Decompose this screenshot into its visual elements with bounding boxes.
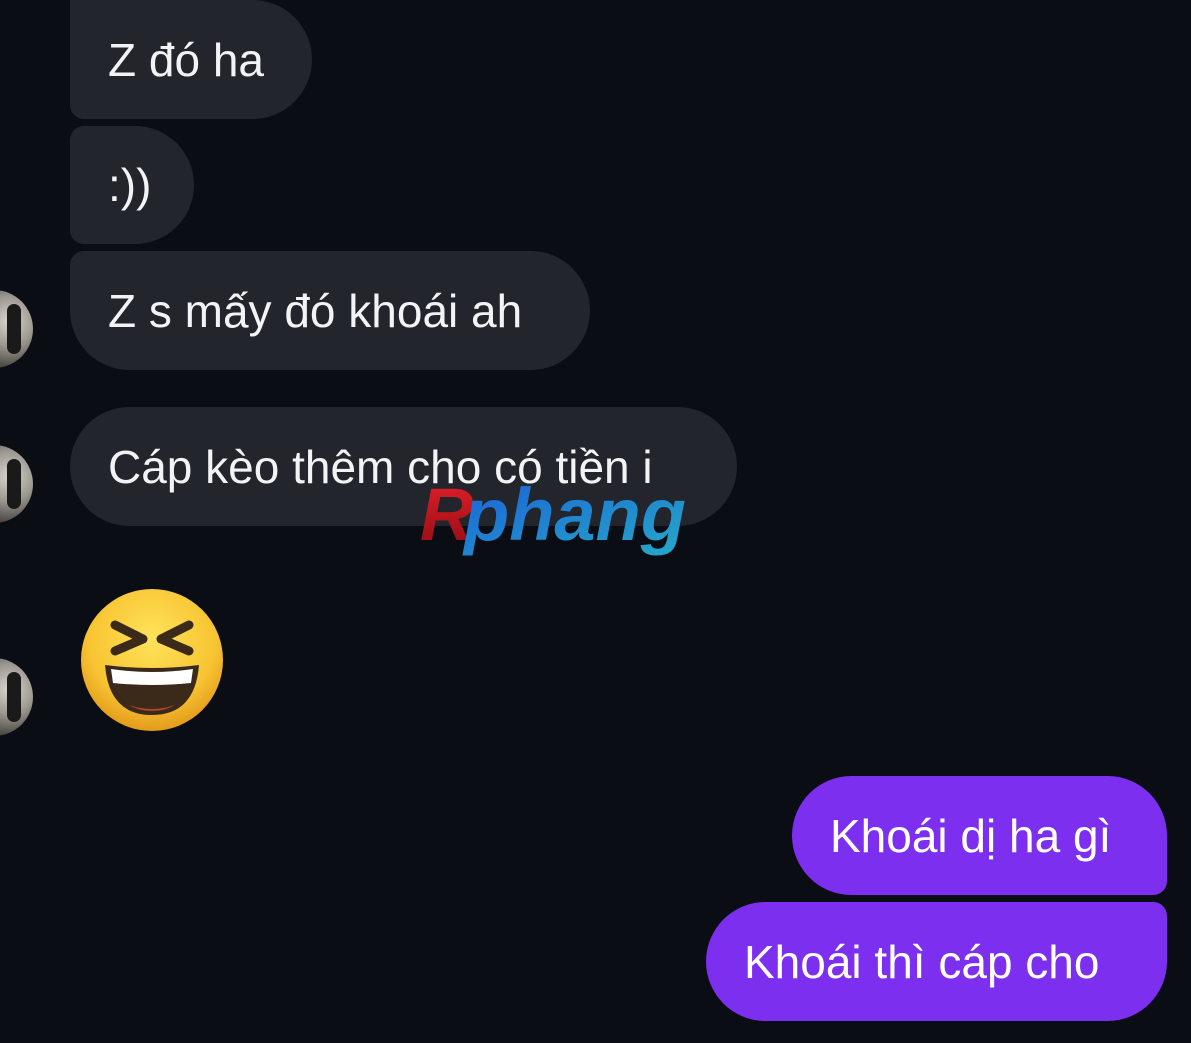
message-text: Z s mấy đó khoái ah bbox=[108, 284, 523, 337]
contact-avatar[interactable] bbox=[0, 290, 33, 368]
incoming-message-bubble[interactable]: Z đó ha bbox=[70, 0, 312, 119]
outgoing-message-bubble[interactable]: Khoái dị ha gì bbox=[792, 776, 1167, 895]
chat-thread: Z đó ha :)) Z s mấy đó khoái ah Cáp kèo … bbox=[0, 0, 1191, 1043]
message-text: Z đó ha bbox=[108, 33, 264, 86]
incoming-message-bubble[interactable]: :)) bbox=[70, 126, 194, 244]
incoming-message-bubble[interactable]: Z s mấy đó khoái ah bbox=[70, 251, 590, 370]
message-text: Khoái dị ha gì bbox=[830, 809, 1112, 862]
contact-avatar[interactable] bbox=[0, 445, 33, 523]
grinning-squinting-face-icon[interactable] bbox=[79, 587, 225, 733]
svg-text:phang: phang bbox=[462, 478, 686, 556]
message-text: :)) bbox=[108, 159, 152, 211]
message-text: Khoái thì cáp cho bbox=[744, 935, 1100, 988]
watermark-logo: R phang bbox=[420, 478, 686, 556]
outgoing-message-bubble[interactable]: Khoái thì cáp cho bbox=[706, 902, 1167, 1021]
contact-avatar[interactable] bbox=[0, 658, 33, 736]
